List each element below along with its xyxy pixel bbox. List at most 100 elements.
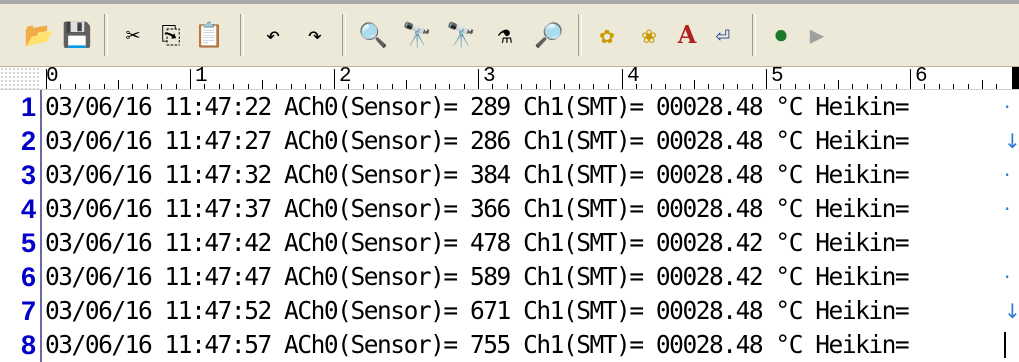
ruler-tick [939,84,940,89]
ruler-label: 2 [339,65,352,88]
ruler-tick [824,84,825,89]
common-settings-icon[interactable]: ❀ [632,18,666,52]
text-line[interactable]: 4 03/06/16 11:47:37 ACh0(Sensor)= 366 Ch… [0,192,1019,226]
text-line[interactable]: 8 03/06/16 11:47:57 ACh0(Sensor)= 755 Ch… [0,328,1019,362]
ruler-tick [896,84,897,89]
ruler-tick [737,84,738,89]
undo-icon[interactable]: ↶ [256,18,290,52]
open-file-icon[interactable]: 📂 [22,18,56,52]
ruler-tick [392,84,393,89]
eol-marker: ↓ [1004,129,1019,153]
ruler-tick [161,84,162,89]
ruler-tick [320,84,321,89]
ruler-tick [449,84,450,89]
ruler-tick [176,84,177,89]
ruler-tick [478,69,479,89]
find-icon[interactable]: 🔍 [356,18,390,52]
ruler-tick [665,84,666,89]
ruler-tick [723,84,724,89]
ruler-tick [204,84,205,89]
line-number: 4 [20,194,36,224]
ruler-tick [766,69,767,89]
ruler-tick [406,80,407,89]
copy-icon[interactable]: ⎘ [154,18,188,52]
ruler-tick [291,84,292,89]
ruler-tick [219,84,220,89]
ruler-tick [75,84,76,89]
ruler-tick [334,69,335,89]
ruler-tick [305,84,306,89]
ruler-tick [636,84,637,89]
ruler-tick [60,84,61,89]
ruler-tick [924,84,925,89]
toolbar-separator [240,14,244,56]
text-line[interactable]: 3 03/06/16 11:47:32 ACh0(Sensor)= 384 Ch… [0,158,1019,192]
ruler-tick [147,84,148,89]
ruler-tick [377,84,378,89]
ruler-tick [118,80,119,89]
ruler-tick [680,84,681,89]
save-file-icon[interactable]: 💾 [60,18,94,52]
ruler-tick [608,84,609,89]
line-text: 03/06/16 11:47:52 ACh0(Sensor)= 671 Ch1(… [45,296,910,325]
ruler-tick [564,84,565,89]
ruler-tick [435,84,436,89]
paste-icon[interactable]: 📋 [192,18,226,52]
line-text: 03/06/16 11:47:47 ACh0(Sensor)= 589 Ch1(… [45,262,910,291]
ruler-tick [550,80,551,89]
editor-text-area[interactable]: 1 03/06/16 11:47:22 ACh0(Sensor)= 289 Ch… [0,90,1019,362]
ruler-cursor-marker [1012,67,1019,89]
ruler-tick [780,84,781,89]
ruler-tick [996,84,997,89]
find-next-icon[interactable]: 🔭 [400,18,434,52]
ruler-tick [132,84,133,89]
wrap-icon[interactable]: ⏎ [706,18,740,52]
ruler-tick [492,84,493,89]
line-text: 03/06/16 11:47:32 ACh0(Sensor)= 384 Ch1(… [45,160,910,189]
ruler-tick [104,84,105,89]
line-number: 8 [20,330,36,360]
ruler-tick [420,84,421,89]
line-number: 7 [20,296,36,326]
ruler-tick [507,84,508,89]
ruler-tick [867,84,868,89]
ruler-tick [809,84,810,89]
column-ruler: 0 1 2 3 4 5 6 [0,65,1019,90]
ruler-label: 5 [771,65,784,88]
text-line[interactable]: 5 03/06/16 11:47:42 ACh0(Sensor)= 478 Ch… [0,226,1019,260]
ruler-tick [363,84,364,89]
ruler-label: 6 [915,65,928,88]
ruler-tick [262,80,263,89]
ruler-tick [521,84,522,89]
ruler-tick [348,84,349,89]
line-number: 2 [20,126,36,156]
line-text: 03/06/16 11:47:27 ACh0(Sensor)= 286 Ch1(… [45,126,910,155]
ruler-tick [795,84,796,89]
ruler-tick [982,80,983,89]
find-prev-icon[interactable]: 🔭 [444,18,478,52]
eol-marker: ↓ [1004,299,1019,323]
ruler-tick [622,69,623,89]
line-number: 1 [20,92,36,122]
toolbar-separator [578,14,582,56]
cut-icon[interactable]: ✂ [116,18,150,52]
font-icon[interactable]: A [670,18,704,52]
text-line[interactable]: 1 03/06/16 11:47:22 ACh0(Sensor)= 289 Ch… [0,90,1019,124]
ruler-tick [233,84,234,89]
ruler-tick [651,84,652,89]
ruler-tick [752,84,753,89]
ruler-tick [838,80,839,89]
text-line[interactable]: 2 03/06/16 11:47:27 ACh0(Sensor)= 286 Ch… [0,124,1019,158]
line-text: 03/06/16 11:47:22 ACh0(Sensor)= 289 Ch1(… [45,92,910,121]
settings-icon[interactable]: ✿ [590,18,624,52]
grep-icon[interactable]: 🔎 [532,18,566,52]
ruler-tick [708,84,709,89]
text-line[interactable]: 6 03/06/16 11:47:47 ACh0(Sensor)= 589 Ch… [0,260,1019,294]
redo-icon[interactable]: ↷ [298,18,332,52]
replace-icon[interactable]: ⚗ [488,18,522,52]
macro-record-icon[interactable]: ⏺ [764,18,798,52]
ruler-tick [536,84,537,89]
text-line[interactable]: 7 03/06/16 11:47:52 ACh0(Sensor)= 671 Ch… [0,294,1019,328]
macro-run-icon[interactable]: ▶ [800,18,834,52]
line-text: 03/06/16 11:47:57 ACh0(Sensor)= 755 Ch1(… [45,330,910,359]
